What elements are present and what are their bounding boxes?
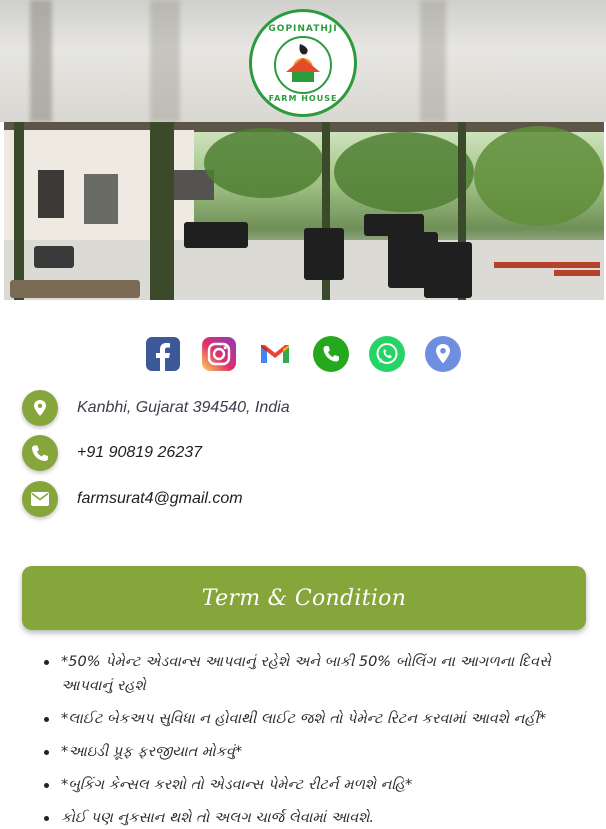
gmail-link[interactable] <box>257 336 293 372</box>
hero-photo <box>4 122 604 300</box>
address-icon-badge <box>22 390 58 426</box>
instagram-icon <box>202 337 236 371</box>
contact-address[interactable]: Kanbhi, Gujarat 394540, India <box>22 390 290 426</box>
list-item: *લાઈટ બેકઅપ સુવિધા ન હોવાથી લાઈટ જશે તો … <box>40 707 580 731</box>
email-text: farmsurat4@gmail.com <box>77 490 243 507</box>
logo-emblem <box>274 36 332 94</box>
envelope-icon <box>31 492 49 506</box>
terms-list: *50% પેમેન્ટ એડવાન્સ આપવાનું રહેશે અને બ… <box>40 650 580 829</box>
phone-icon <box>313 336 349 372</box>
hero-banner: GOPINATHJI FARM HOUSE <box>0 0 606 300</box>
phone-icon-badge <box>22 435 58 471</box>
email-icon-badge <box>22 481 58 517</box>
whatsapp-icon <box>369 336 405 372</box>
map-pin-icon <box>425 336 461 372</box>
instagram-link[interactable] <box>201 336 237 372</box>
phone-handset-icon <box>32 445 48 461</box>
map-marker-icon <box>34 400 46 416</box>
logo-top-text: GOPINATHJI <box>268 24 338 34</box>
contact-phone[interactable]: +91 90819 26237 <box>22 435 202 471</box>
facebook-icon <box>146 337 180 371</box>
facebook-link[interactable] <box>145 336 181 372</box>
terms-and-conditions-button[interactable]: Term & Condition <box>22 566 586 630</box>
list-item: કોઈ પણ નુકસાન થશે તો અલગ ચાર્જ લેવામાં આ… <box>40 806 580 829</box>
social-links <box>0 336 606 372</box>
list-item: *આઇડી પ્રૂફ ફરજીયાત મોકવું* <box>40 740 580 764</box>
phone-text: +91 90819 26237 <box>77 444 203 461</box>
contact-email[interactable]: farmsurat4@gmail.com <box>22 481 243 517</box>
list-item: *50% પેમેન્ટ એડવાન્સ આપવાનું રહેશે અને બ… <box>40 650 580 698</box>
whatsapp-link[interactable] <box>369 336 405 372</box>
call-link[interactable] <box>313 336 349 372</box>
page: GOPINATHJI FARM HOUSE Kanbhi, Gujarat 39… <box>0 0 606 829</box>
address-text: Kanbhi, Gujarat 394540, India <box>77 399 290 416</box>
brand-logo: GOPINATHJI FARM HOUSE <box>249 9 357 117</box>
list-item: *બુકિંગ કેન્સલ કરશો તો એડવાન્સ પેમેન્ટ ર… <box>40 773 580 797</box>
terms-button-label: Term & Condition <box>201 585 407 611</box>
logo-bottom-text: FARM HOUSE <box>268 94 338 103</box>
farm-house-emblem-icon <box>286 44 320 82</box>
location-link[interactable] <box>425 336 461 372</box>
gmail-icon <box>261 345 289 363</box>
